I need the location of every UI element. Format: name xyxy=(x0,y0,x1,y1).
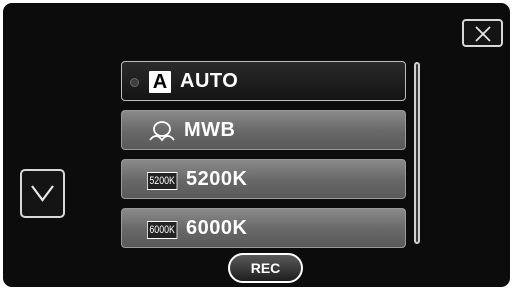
menu-item-mwb[interactable]: MWB xyxy=(121,110,406,150)
close-icon xyxy=(475,26,491,42)
menu-item-label: 5200K xyxy=(186,168,248,190)
menu-item-6000k[interactable]: 6000K 6000K xyxy=(121,208,406,248)
scroll-down-button[interactable] xyxy=(20,169,65,218)
menu-item-label: MWB xyxy=(184,119,236,141)
close-button[interactable] xyxy=(462,19,503,47)
white-balance-screen: A AUTO MWB 5200K 5200K 6000K 6000K REC xyxy=(3,3,510,287)
menu-item-auto[interactable]: A AUTO xyxy=(121,61,406,101)
rec-button[interactable]: REC xyxy=(228,253,303,283)
chevron-down-icon xyxy=(31,185,54,202)
6000k-icon: 6000K xyxy=(147,221,178,239)
menu-item-5200k[interactable]: 5200K 5200K xyxy=(121,159,406,199)
scrollbar[interactable] xyxy=(414,62,420,244)
manual-white-balance-icon xyxy=(149,121,175,142)
menu-item-label: AUTO xyxy=(180,70,239,92)
auto-icon: A xyxy=(149,71,171,93)
menu-item-label: 6000K xyxy=(186,217,248,239)
selected-indicator xyxy=(130,78,139,87)
5200k-icon: 5200K xyxy=(147,172,178,190)
